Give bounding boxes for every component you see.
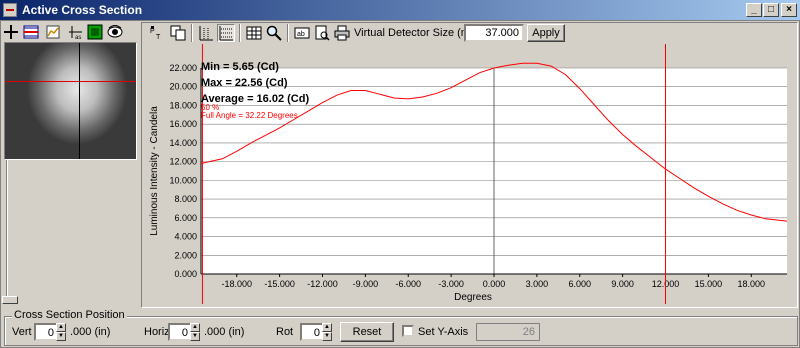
cross-section-chart: 0.000 2.000 4.000 6.000 8.000 10.000 12.000 14.… bbox=[149, 44, 788, 304]
x-tick-label: -3.000 bbox=[438, 279, 464, 289]
group-label: Cross Section Position bbox=[12, 309, 127, 321]
x-tick-label: 3.000 bbox=[526, 279, 549, 289]
toolbar-separator bbox=[239, 24, 241, 42]
vertical-cross-line[interactable] bbox=[79, 43, 80, 159]
x-tick-label: 9.000 bbox=[611, 279, 634, 289]
rot-label: Rot bbox=[276, 326, 294, 338]
crosshair-icon[interactable] bbox=[2, 23, 20, 41]
vert-stepper[interactable]: ▲ ▼ bbox=[56, 323, 66, 341]
x-tick-label: -9.000 bbox=[353, 279, 379, 289]
x-tick-label: -12.000 bbox=[307, 279, 338, 289]
slider-track bbox=[6, 160, 8, 300]
slider-thumb[interactable] bbox=[2, 296, 18, 304]
y-axis-value-field: 26 bbox=[476, 323, 540, 341]
svg-text:P: P bbox=[150, 28, 155, 35]
label-icon[interactable]: ab bbox=[293, 24, 311, 42]
left-toolbar: as bbox=[2, 22, 137, 42]
x-axis-label: Degrees bbox=[454, 292, 492, 303]
stat-max: Max = 22.56 (Cd) bbox=[201, 77, 288, 89]
fill-icon[interactable] bbox=[86, 23, 104, 41]
grid-lines-dense-icon[interactable] bbox=[217, 24, 235, 42]
cross-section-icon[interactable] bbox=[22, 23, 40, 41]
virtual-detector-input[interactable] bbox=[464, 24, 524, 42]
window-title: Active Cross Section bbox=[22, 3, 143, 17]
y-tick-label: 2.000 bbox=[174, 250, 197, 260]
intensity-image bbox=[5, 43, 136, 159]
toolbar-separator bbox=[191, 24, 193, 42]
chart-area: 0.000 2.000 4.000 6.000 8.000 10.000 12.000 14.… bbox=[143, 44, 793, 306]
grid-lines-icon[interactable] bbox=[197, 24, 215, 42]
y-tick-label: 20.000 bbox=[169, 82, 197, 92]
table-icon[interactable] bbox=[245, 24, 263, 42]
y-tick-label: 22.000 bbox=[169, 63, 197, 73]
minimize-button[interactable]: _ bbox=[746, 3, 762, 17]
y-tick-label: 16.000 bbox=[169, 119, 197, 129]
title-bar: Active Cross Section _ □ × bbox=[0, 0, 800, 20]
x-tick-label: -18.000 bbox=[221, 279, 252, 289]
y-tick-label: 6.000 bbox=[174, 213, 197, 223]
close-button[interactable]: × bbox=[781, 3, 797, 17]
vert-unit: .000 (in) bbox=[70, 326, 111, 338]
print-icon[interactable] bbox=[333, 24, 351, 42]
y-tick-label: 4.000 bbox=[174, 232, 197, 242]
set-y-axis-label: Set Y-Axis bbox=[418, 326, 469, 338]
y-tick-label: 18.000 bbox=[169, 100, 197, 110]
apply-button[interactable]: Apply bbox=[527, 24, 565, 42]
x-tick-label: 0.000 bbox=[483, 279, 506, 289]
rot-stepper[interactable]: ▲ ▼ bbox=[322, 323, 332, 341]
reset-button[interactable]: Reset bbox=[340, 322, 394, 342]
maximize-button[interactable]: □ bbox=[763, 3, 779, 17]
print-preview-icon[interactable] bbox=[313, 24, 331, 42]
x-tick-label: 6.000 bbox=[568, 279, 591, 289]
horiz-unit: .000 (in) bbox=[204, 326, 245, 338]
toolbar-separator bbox=[287, 24, 289, 42]
text-point-icon[interactable]: PT bbox=[149, 24, 167, 42]
y-tick-label: 12.000 bbox=[169, 157, 197, 167]
chart-icon[interactable] bbox=[44, 23, 62, 41]
y-tick-label: 8.000 bbox=[174, 194, 197, 204]
stat-min: Min = 5.65 (Cd) bbox=[201, 61, 279, 73]
set-y-axis-checkbox[interactable] bbox=[402, 325, 414, 337]
svg-text:ab: ab bbox=[297, 31, 305, 38]
y-tick-label: 10.000 bbox=[169, 175, 197, 185]
eye-icon[interactable] bbox=[106, 23, 124, 41]
horiz-label: Horiz bbox=[144, 326, 170, 338]
copy-icon[interactable] bbox=[169, 24, 187, 42]
thumbnail-view[interactable] bbox=[4, 42, 137, 160]
x-tick-label: -15.000 bbox=[264, 279, 295, 289]
x-tick-label: 18.000 bbox=[738, 279, 766, 289]
horiz-stepper[interactable]: ▲ ▼ bbox=[190, 323, 200, 341]
app-icon bbox=[3, 3, 17, 17]
x-tick-label: 15.000 bbox=[695, 279, 723, 289]
stat-full-angle: Full Angle = 32.22 Degrees bbox=[201, 111, 298, 120]
y-tick-label: 0.000 bbox=[174, 269, 197, 279]
svg-text:T: T bbox=[156, 34, 161, 41]
y-tick-label: 14.000 bbox=[169, 138, 197, 148]
horizontal-cross-line[interactable] bbox=[5, 81, 136, 82]
x-tick-label: -6.000 bbox=[395, 279, 421, 289]
axis-icon[interactable]: as bbox=[66, 23, 84, 41]
vert-label: Vert bbox=[12, 326, 32, 338]
svg-text:as: as bbox=[75, 35, 81, 40]
y-axis-label: Luminous Intensity - Candela bbox=[149, 106, 160, 236]
zoom-icon[interactable] bbox=[265, 24, 283, 42]
